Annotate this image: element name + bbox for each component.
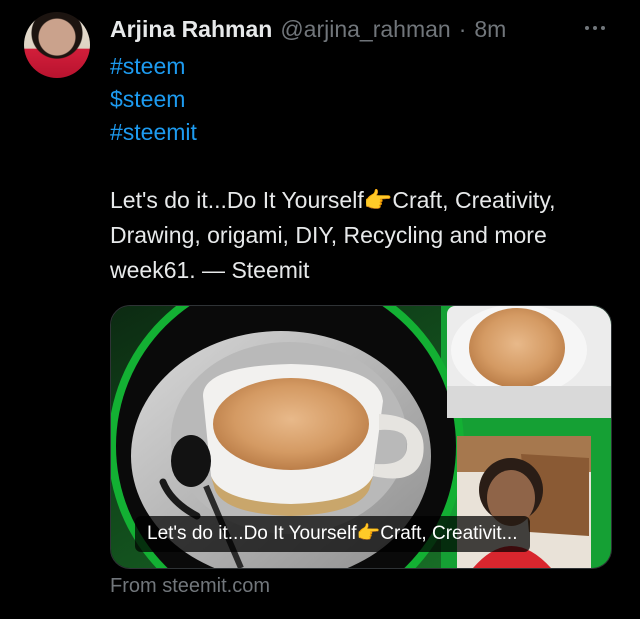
more-options-button[interactable] [580, 14, 610, 42]
author-name[interactable]: Arjina Rahman [110, 16, 272, 43]
hashtag-link[interactable]: #steem [110, 50, 197, 83]
link-card[interactable]: Let's do it...Do It Yourself👉Craft, Crea… [110, 305, 612, 569]
more-dot [593, 26, 597, 30]
post-body-text: Let's do it...Do It Yourself👉Craft, Crea… [110, 187, 556, 283]
post-timestamp[interactable]: 8m [474, 16, 506, 43]
link-card-source[interactable]: From steemit.com [110, 575, 270, 598]
post-tags: #steem $steem #steemit [110, 50, 197, 149]
post-header: Arjina Rahman @arjina_rahman · 8m [110, 14, 506, 44]
more-dot [601, 26, 605, 30]
post-author-avatar[interactable] [24, 12, 90, 78]
hashtag-link[interactable]: #steemit [110, 116, 197, 149]
cashtag-link[interactable]: $steem [110, 83, 197, 116]
more-horizontal-icon [585, 26, 589, 30]
header-separator: · [458, 15, 467, 42]
author-handle[interactable]: @arjina_rahman [280, 16, 450, 43]
link-card-title: Let's do it...Do It Yourself👉Craft, Crea… [135, 516, 530, 552]
